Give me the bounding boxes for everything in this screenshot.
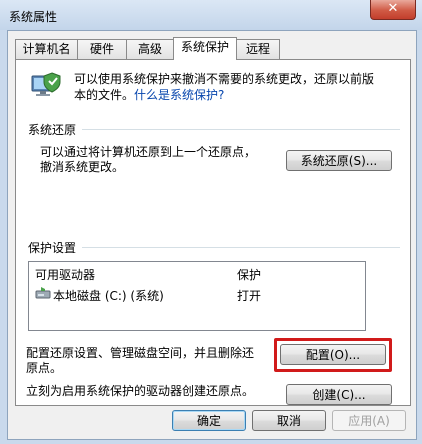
apply-button[interactable]: 应用(A) xyxy=(332,410,406,431)
cancel-button[interactable]: 取消 xyxy=(252,410,326,431)
restore-description: 可以通过将计算机还原到上一个还原点， 撤消系统更改。 xyxy=(40,145,256,175)
tab-system-protection[interactable]: 系统保护 xyxy=(173,37,237,60)
column-header-drive[interactable]: 可用驱动器 xyxy=(35,266,95,283)
what-is-system-protection-link[interactable]: 什么是系统保护? xyxy=(134,88,224,102)
system-protection-panel: 可以使用系统保护来撤消不需要的系统更改，还原以前版 本的文件。什么是系统保护? … xyxy=(15,59,411,406)
intro-text: 可以使用系统保护来撤消不需要的系统更改，还原以前版 本的文件。什么是系统保护? xyxy=(74,71,394,103)
intro-line2: 本的文件。 xyxy=(74,88,135,102)
configure-line2: 原点。 xyxy=(26,361,63,375)
restore-line1: 可以通过将计算机还原到上一个还原点， xyxy=(40,145,257,159)
system-protection-icon xyxy=(31,72,61,96)
drive-icon xyxy=(35,287,51,299)
tab-hardware[interactable]: 硬件 xyxy=(77,39,127,59)
tab-advanced[interactable]: 高级 xyxy=(126,39,174,59)
column-header-protection[interactable]: 保护 xyxy=(237,266,261,283)
tab-remote[interactable]: 远程 xyxy=(236,39,280,59)
section-divider xyxy=(82,129,400,130)
dialog-client: 计算机名 硬件 高级 系统保护 远程 可以使用系统保护来撤消不需要的系统更改，还… xyxy=(7,30,417,440)
window-title: 系统属性 xyxy=(9,10,58,24)
section-divider xyxy=(82,247,400,248)
system-restore-button[interactable]: 系统还原(S)... xyxy=(286,150,392,171)
create-description: 立刻为启用系统保护的驱动器创建还原点。 xyxy=(26,384,255,398)
system-properties-window: 系统属性 ✕ 计算机名 硬件 高级 系统保护 远程 可以使用系统保护来撤消不需要… xyxy=(0,0,422,444)
create-button[interactable]: 创建(C)... xyxy=(286,384,392,405)
ok-button[interactable]: 确定 xyxy=(172,410,246,431)
tab-computer-name[interactable]: 计算机名 xyxy=(15,39,78,59)
configure-description: 配置还原设置、管理磁盘空间，并且删除还 原点。 xyxy=(26,346,254,376)
configure-line1: 配置还原设置、管理磁盘空间，并且删除还 xyxy=(26,346,255,360)
restore-line2: 撤消系统更改。 xyxy=(40,160,125,174)
drive-list[interactable]: 可用驱动器 保护 本地磁盘 (C:) (系统) 打开 xyxy=(28,261,366,331)
drive-name[interactable]: 本地磁盘 (C:) (系统) xyxy=(53,287,164,304)
drive-protection-status: 打开 xyxy=(237,289,262,303)
intro-line1: 可以使用系统保护来撤消不需要的系统更改，还原以前版 xyxy=(74,72,375,86)
title-bar[interactable]: 系统属性 ✕ xyxy=(0,0,422,30)
close-button[interactable]: ✕ xyxy=(370,0,416,20)
configure-button[interactable]: 配置(O)... xyxy=(280,344,386,365)
system-restore-section-label: 系统还原 xyxy=(28,123,77,137)
protection-settings-section-label: 保护设置 xyxy=(28,241,77,255)
